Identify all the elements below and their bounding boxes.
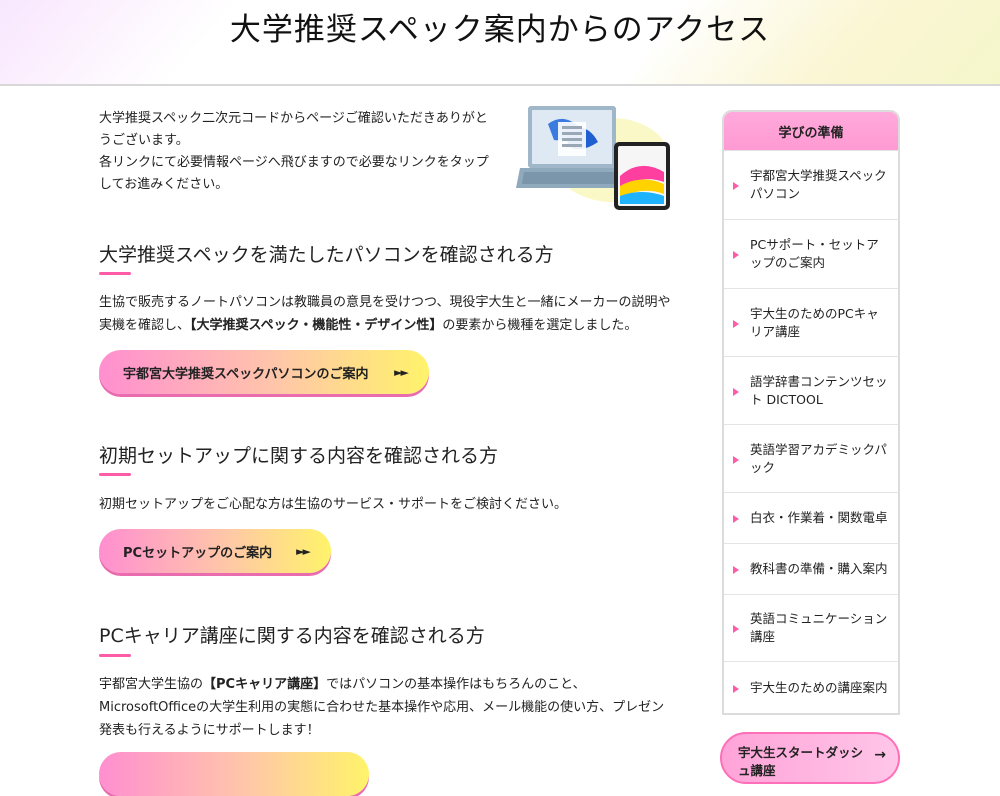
sidebar-title: 学びの準備 — [724, 112, 898, 150]
button-label: 宇大生スタートダッシュ講座 — [738, 745, 864, 778]
section-heading-setup: 初期セットアップに関する内容を確認される方 — [99, 445, 499, 467]
button-label: 宇都宮大学推奨スペックパソコンのご案内 — [123, 366, 369, 382]
sidebar-item-english-academic[interactable]: 英語学習アカデミックパック — [724, 424, 898, 492]
sidebar-item-pc-support[interactable]: PCサポート・セットアップのご案内 — [724, 219, 898, 288]
laptop-tablet-illustration — [516, 106, 670, 210]
heading-underline — [99, 473, 131, 476]
sidebar-item-recommended-pc[interactable]: 宇都宮大学推奨スペックパソコン — [724, 150, 898, 219]
heading-underline — [99, 654, 131, 657]
double-arrow-icon: ►► — [296, 544, 311, 558]
sidebar-item-textbooks[interactable]: 教科書の準備・購入案内 — [724, 543, 898, 594]
start-dash-course-button[interactable]: 宇大生スタートダッシュ講座 → — [720, 732, 900, 784]
triangle-right-icon — [733, 625, 739, 633]
intro-line-1: 大学推奨スペック二次元コードからページご確認いただきありがとうございます。 — [99, 111, 488, 148]
triangle-right-icon — [733, 319, 739, 328]
sidebar-item-label: PCサポート・セットアップのご案内 — [750, 237, 879, 270]
header-divider — [0, 84, 1000, 86]
sidebar-item-labcoat[interactable]: 白衣・作業着・関数電卓 — [724, 492, 898, 543]
triangle-right-icon — [733, 566, 739, 574]
section-heading-career: PCキャリア講座に関する内容を確認される方 — [99, 625, 485, 647]
triangle-right-icon — [733, 387, 739, 396]
sidebar-item-courses[interactable]: 宇大生のための講座案内 — [724, 661, 898, 713]
triangle-right-icon — [733, 455, 739, 464]
arrow-right-icon: → — [874, 747, 886, 763]
page-title: 大学推奨スペック案内からのアクセス — [229, 12, 771, 48]
sidebar-learning-prep: 学びの準備 宇都宮大学推奨スペックパソコン PCサポート・セットアップのご案内 … — [722, 110, 900, 715]
double-arrow-icon: ►► — [394, 365, 409, 379]
triangle-right-icon — [733, 251, 739, 259]
sidebar-item-label: 白衣・作業着・関数電卓 — [750, 510, 888, 525]
triangle-right-icon — [733, 182, 739, 190]
section-heading-spec: 大学推奨スペックを満たしたパソコンを確認される方 — [99, 244, 554, 266]
sidebar-item-label: 英語学習アカデミックパック — [750, 441, 887, 475]
heading-underline — [99, 272, 131, 275]
section-body-emphasis: 【PCキャリア講座】 — [203, 677, 327, 692]
page-header: 大学推奨スペック案内からのアクセス — [0, 0, 1000, 86]
sidebar-item-label: 語学辞書コンテンツセット DICTOOL — [750, 373, 888, 407]
pc-career-guide-button[interactable] — [99, 752, 369, 796]
sidebar-item-english-communication[interactable]: 英語コミュニケーション講座 — [724, 594, 898, 661]
spec-pc-guide-button[interactable]: 宇都宮大学推奨スペックパソコンのご案内 ►► — [99, 350, 429, 394]
sidebar-item-label: 英語コミュニケーション講座 — [750, 611, 888, 644]
sidebar-item-pc-career[interactable]: 宇大生のためのPCキャリア講座 — [724, 288, 898, 356]
section-body-text: の要素から機種を選定しました。 — [442, 318, 638, 333]
intro-text: 大学推奨スペック二次元コードからページご確認いただきありがとうございます。 各リ… — [99, 108, 499, 196]
intro-line-2: 各リンクにて必要情報ページへ飛びますので必要なリンクをタップしてお進みください。 — [99, 155, 489, 192]
button-label: PCセットアップのご案内 — [123, 545, 273, 561]
section-body-text: 宇都宮大学生協の — [99, 677, 204, 692]
sidebar-item-label: 宇大生のためのPCキャリア講座 — [750, 305, 879, 339]
pc-setup-guide-button[interactable]: PCセットアップのご案内 ►► — [99, 529, 331, 573]
sidebar-item-label: 教科書の準備・購入案内 — [750, 561, 888, 576]
triangle-right-icon — [733, 684, 739, 693]
sidebar-item-label: 宇都宮大学推奨スペックパソコン — [750, 168, 887, 201]
sidebar-item-label: 宇大生のための講座案内 — [750, 679, 888, 695]
section-body-career: 宇都宮大学生協の【PCキャリア講座】ではパソコンの基本操作はもちろんのこと、Mi… — [99, 673, 674, 742]
section-body-setup: 初期セットアップをご心配な方は生協のサービス・サポートをご検討ください。 — [99, 497, 568, 512]
section-body-spec: 生協で販売するノートパソコンは教職員の意見を受けつつ、現役宇大生と一緒にメーカー… — [99, 291, 679, 337]
section-body-emphasis: 【大学推奨スペック・機能性・デザイン性】 — [190, 318, 443, 333]
triangle-right-icon — [733, 515, 739, 523]
sidebar-item-dictool[interactable]: 語学辞書コンテンツセット DICTOOL — [724, 356, 898, 424]
